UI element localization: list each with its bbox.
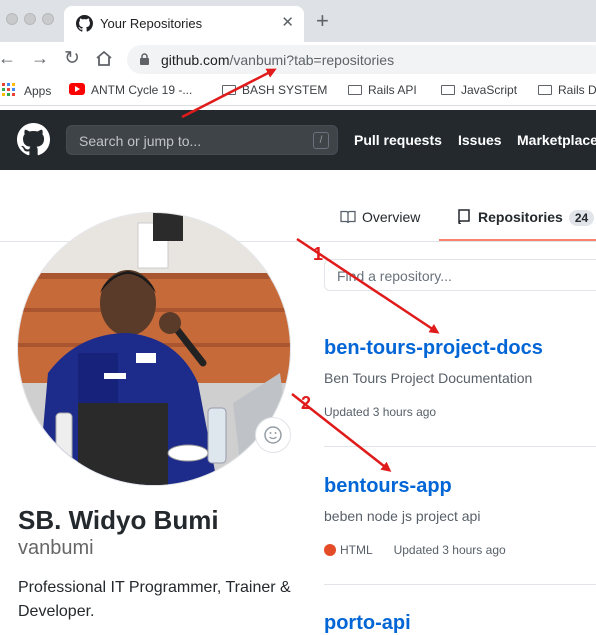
annotation-number-1: 1 — [313, 244, 324, 264]
arrow-to-url — [181, 68, 277, 119]
annotation-number-2: 2 — [301, 393, 312, 413]
annotation-arrows — [181, 68, 440, 472]
